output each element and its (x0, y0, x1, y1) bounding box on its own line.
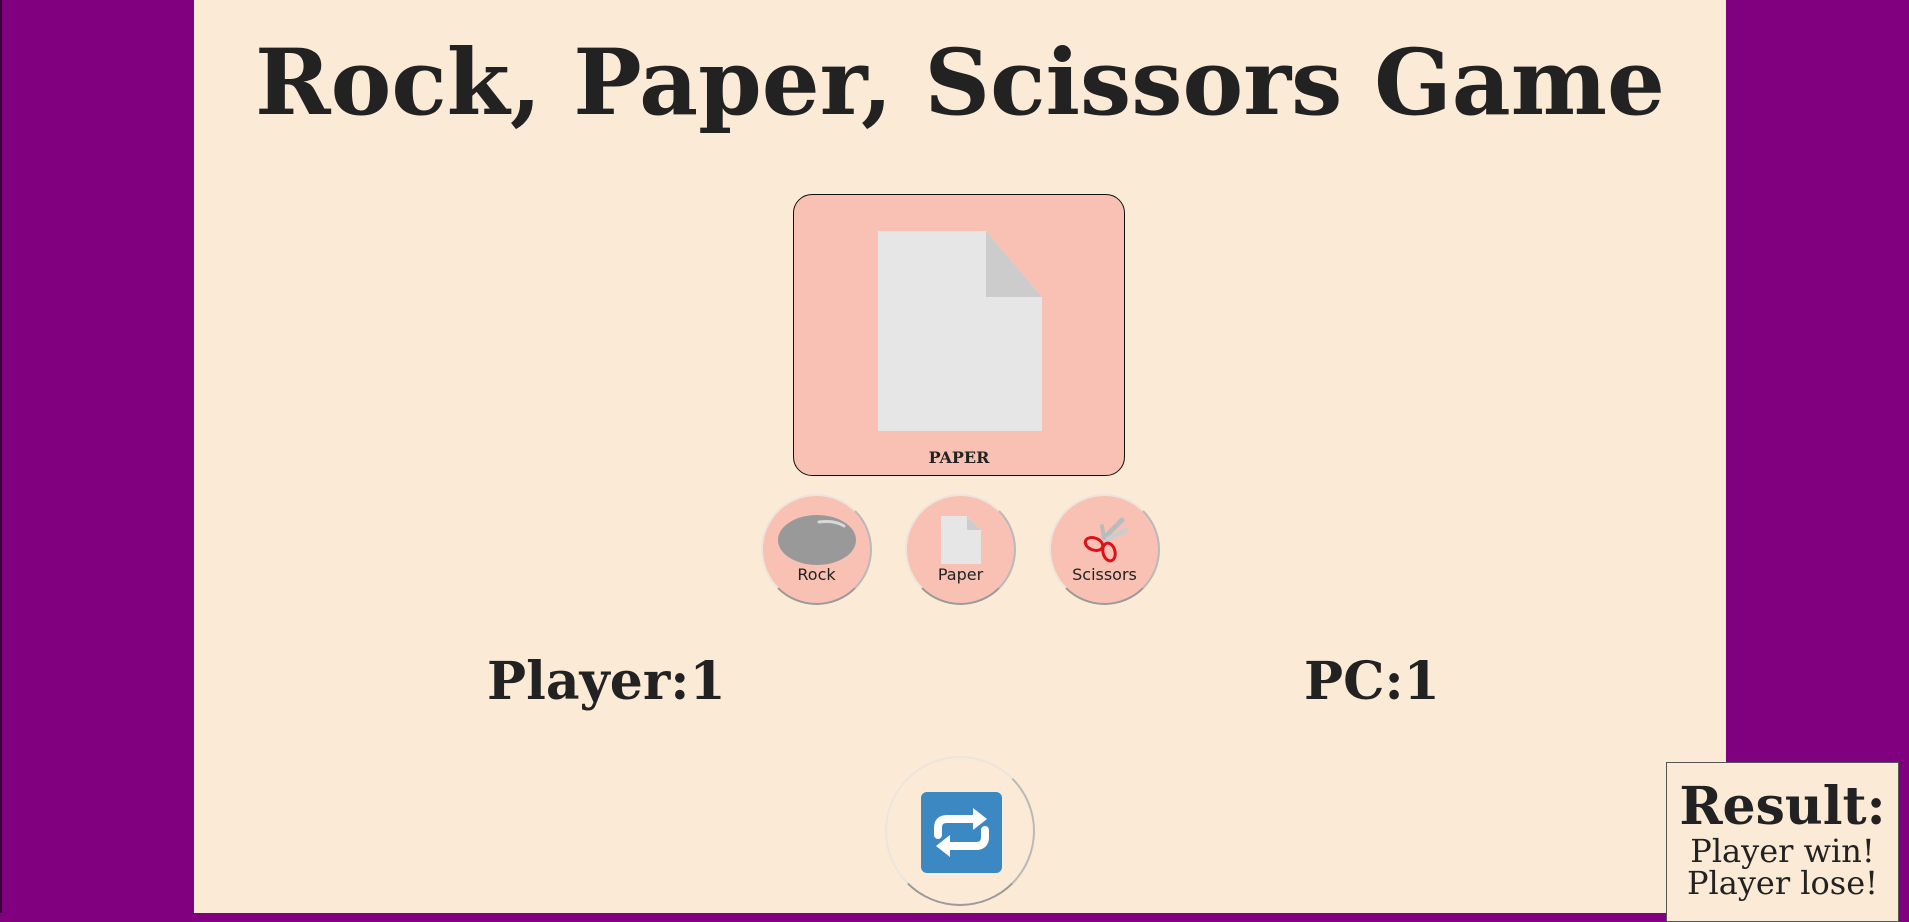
result-title: Result: (1679, 776, 1886, 837)
page-title: Rock, Paper, Scissors Game (255, 30, 1665, 136)
paper-icon (878, 231, 1042, 431)
result-line-win: Player win! (1690, 832, 1875, 870)
result-panel: Result: Player win! Player lose! (1666, 762, 1899, 922)
frame-edge (0, 0, 2, 913)
scissors-icon (1083, 517, 1128, 563)
rock-button[interactable]: Rock (761, 494, 872, 605)
paper-button[interactable]: Paper (905, 494, 1016, 605)
selection-label: PAPER (928, 448, 990, 467)
game-panel: Rock, Paper, Scissors Game PAPER Rock Pa… (194, 0, 1726, 913)
repeat-arrows-icon (921, 792, 1002, 873)
rock-icon (777, 515, 856, 565)
paper-icon (940, 516, 981, 564)
reset-button[interactable] (885, 756, 1035, 906)
scissors-button[interactable]: Scissors (1049, 494, 1160, 605)
scissors-label: Scissors (1072, 565, 1137, 584)
result-line-lose: Player lose! (1686, 864, 1879, 902)
pc-score: PC:1 (1304, 651, 1440, 712)
selection-display: PAPER (793, 194, 1125, 476)
player-score: Player:1 (487, 651, 726, 712)
rock-label: Rock (797, 565, 836, 584)
paper-label: Paper (937, 565, 984, 584)
